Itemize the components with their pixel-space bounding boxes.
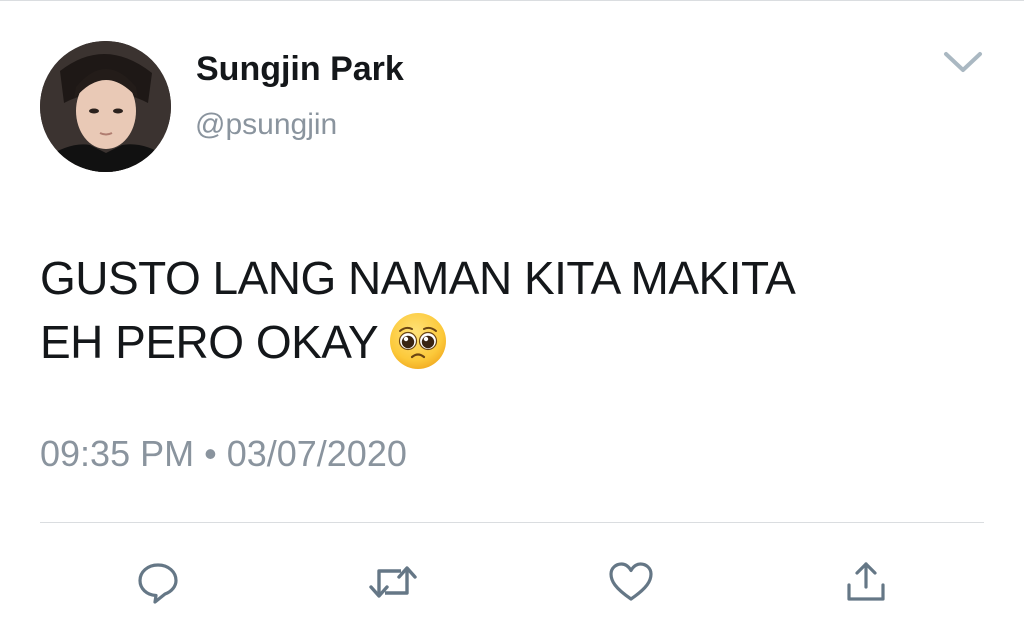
share-button[interactable] bbox=[838, 556, 894, 608]
tweet-text-line: GUSTO LANG NAMAN KITA MAKITA bbox=[40, 252, 796, 304]
tweet-text-line: EH PERO OKAY bbox=[40, 310, 990, 374]
top-border bbox=[0, 0, 1024, 1]
avatar[interactable] bbox=[40, 41, 171, 172]
tweet-text: GUSTO LANG NAMAN KITA MAKITA EH PERO OKA… bbox=[40, 246, 990, 374]
retweet-button[interactable] bbox=[365, 556, 421, 608]
reply-icon bbox=[138, 563, 178, 604]
retweet-icon bbox=[369, 566, 417, 598]
heart-icon bbox=[609, 562, 653, 601]
share-icon bbox=[847, 562, 885, 601]
username-handle[interactable]: @psungjin bbox=[195, 108, 337, 142]
display-name[interactable]: Sungjin Park bbox=[196, 50, 404, 89]
divider bbox=[40, 522, 984, 523]
like-button[interactable] bbox=[603, 556, 659, 608]
reply-button[interactable] bbox=[130, 556, 186, 608]
timestamp: 09:35 PM • 03/07/2020 bbox=[40, 433, 407, 474]
chevron-down-icon[interactable] bbox=[940, 46, 986, 78]
pleading-face-emoji-icon bbox=[388, 311, 448, 371]
tweet-text-line-content: EH PERO OKAY bbox=[40, 316, 379, 368]
